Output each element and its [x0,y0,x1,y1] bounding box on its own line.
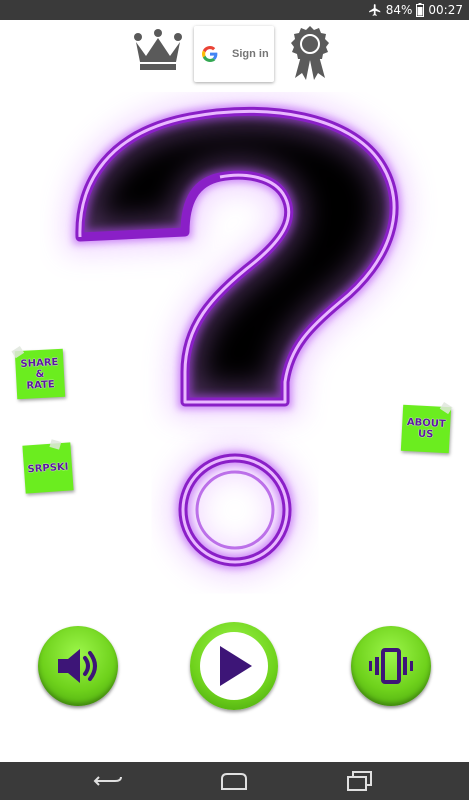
google-logo-icon [202,46,218,62]
battery-icon [416,3,425,17]
nav-recents-button[interactable] [345,770,375,792]
srpski-label: SRPSKI [27,461,69,475]
home-icon [221,773,247,790]
signin-label: Sign in [232,48,269,60]
battery-percent: 84% [385,3,413,17]
share-rate-button[interactable]: SHARE & RATE [11,346,66,400]
tape [49,439,62,450]
system-navigation-bar [0,762,469,800]
status-bar: 84% 00:27 [0,0,469,20]
status-icons: 84% 00:27 [368,2,463,18]
play-button[interactable] [190,622,278,710]
google-signin-button[interactable]: Sign in [194,26,274,82]
airplane-mode-icon [368,3,382,17]
about-us-button[interactable]: ABOUT US [400,401,453,454]
leaderboard-button[interactable] [132,28,184,72]
clock: 00:27 [428,3,463,17]
back-icon [93,776,122,786]
sound-toggle-button[interactable] [38,626,118,706]
crown-icon [134,29,182,70]
neon-question-mark-icon [40,92,440,602]
app-screen: 84% 00:27 Sign in SHARE & RATE SRPSKI AB… [0,0,469,800]
srpski-language-button[interactable]: SRPSKI [22,439,74,494]
achievements-button[interactable] [289,26,331,82]
tape [11,346,25,359]
tape [439,401,453,415]
award-ribbon-icon [291,26,329,80]
about-us-label: ABOUT US [406,416,446,441]
speaker-icon [58,649,97,683]
play-button-face [200,632,268,700]
play-icon [220,646,252,686]
recents-icon [347,771,372,791]
share-rate-label: SHARE & RATE [20,356,59,392]
vibrate-icon [369,648,413,684]
nav-back-button[interactable] [93,770,123,792]
vibrate-toggle-button[interactable] [351,626,431,706]
nav-home-button[interactable] [219,770,249,792]
